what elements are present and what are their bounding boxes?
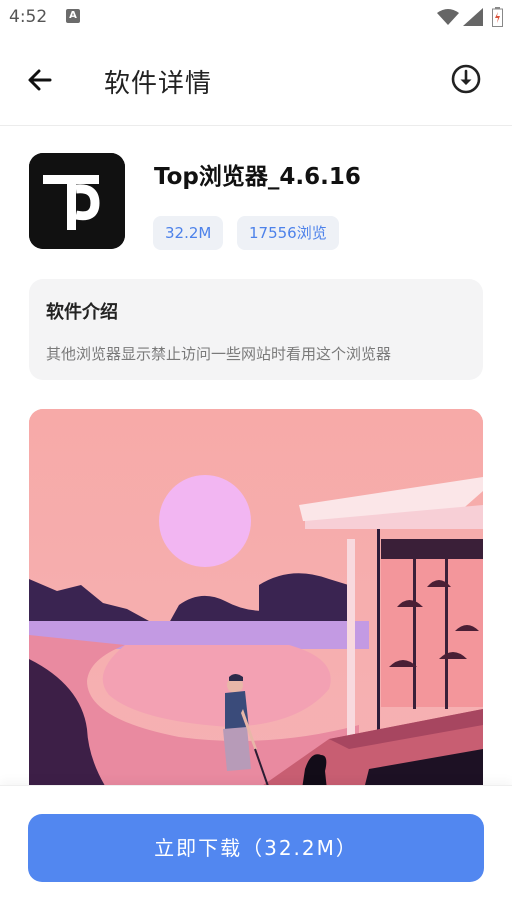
a-notification-icon: A — [66, 9, 80, 23]
app-name: Top浏览器_4.6.16 — [154, 164, 361, 190]
bottom-action-bar: 立即下载（32.2M） — [0, 785, 512, 910]
battery-icon — [492, 7, 503, 27]
app-bar: 软件详情 — [0, 36, 512, 126]
app-screenshot-illustration[interactable] — [29, 409, 483, 809]
intro-text: 其他浏览器显示禁止访问一些网站时看用这个浏览器 — [46, 345, 392, 363]
intro-card: 软件介绍 其他浏览器显示禁止访问一些网站时看用这个浏览器 — [29, 279, 483, 380]
back-arrow-icon[interactable] — [22, 62, 58, 98]
download-circle-icon[interactable] — [450, 63, 482, 95]
app-logo-icon — [29, 153, 125, 249]
intro-title: 软件介绍 — [46, 302, 118, 323]
signal-icon — [463, 8, 483, 26]
views-chip: 17556浏览 — [237, 216, 339, 250]
size-chip: 32.2M — [153, 216, 224, 250]
status-time: 4:52 — [9, 7, 48, 27]
page-title: 软件详情 — [104, 69, 213, 99]
app-details-screen: 4:52 A 软件详情 Top浏览器_4.6.16 32.2M 17556浏览 … — [0, 0, 512, 910]
wifi-icon — [437, 9, 459, 25]
download-now-button[interactable]: 立即下载（32.2M） — [28, 814, 484, 882]
status-bar: 4:52 A — [0, 0, 512, 36]
